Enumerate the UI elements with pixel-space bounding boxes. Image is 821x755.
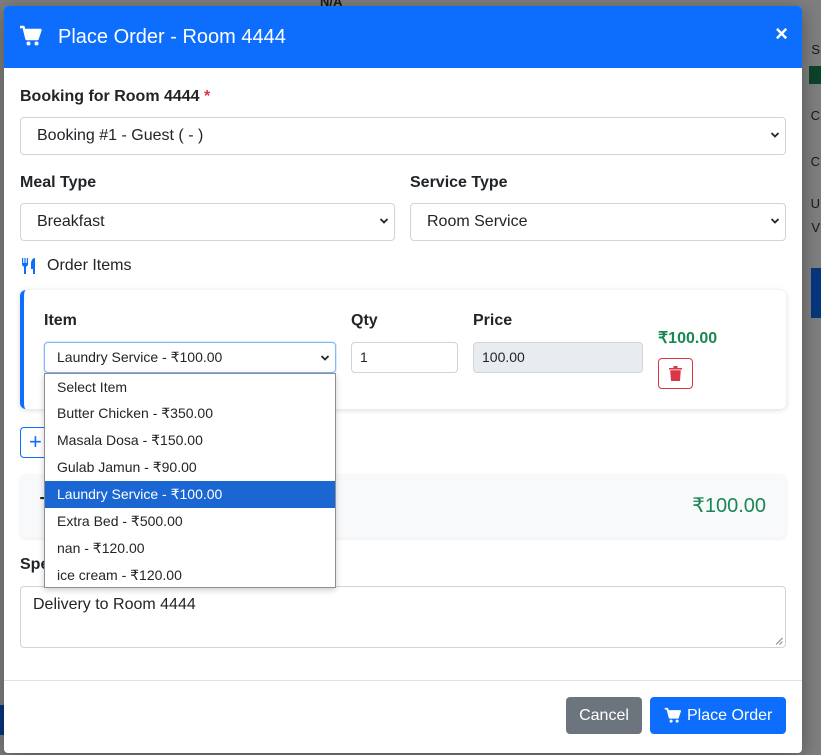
- chevron-down-icon: [771, 132, 779, 138]
- qty-input[interactable]: 1: [351, 342, 458, 373]
- meal-type-value: Breakfast: [37, 213, 105, 230]
- plus-icon: +: [29, 429, 42, 454]
- dropdown-option[interactable]: ice cream - ₹120.00: [45, 562, 335, 589]
- dropdown-option[interactable]: Extra Bed - ₹500.00: [45, 508, 335, 535]
- price-input: 100.00: [473, 342, 643, 373]
- close-button[interactable]: ×: [775, 22, 788, 46]
- place-order-button[interactable]: Place Order: [650, 697, 786, 734]
- place-order-modal: Place Order - Room 4444 × Booking for Ro…: [4, 6, 802, 753]
- booking-label-text: Booking for Room 4444: [20, 88, 200, 105]
- item-select-value: Laundry Service - ₹100.00: [57, 349, 223, 365]
- item-dropdown-list: Select Item Butter Chicken - ₹350.00 Mas…: [44, 373, 336, 588]
- dropdown-option[interactable]: nan - ₹120.00: [45, 535, 335, 562]
- utensils-icon: [22, 258, 35, 274]
- footer-divider: [4, 680, 802, 681]
- resize-handle-icon[interactable]: [775, 637, 783, 645]
- item-column-label: Item: [44, 312, 77, 329]
- booking-select[interactable]: Booking #1 - Guest ( - ): [20, 117, 786, 155]
- dropdown-option-highlighted[interactable]: Laundry Service - ₹100.00: [45, 481, 335, 508]
- dropdown-option[interactable]: Masala Dosa - ₹150.00: [45, 427, 335, 454]
- place-order-label: Place Order: [687, 707, 773, 724]
- dropdown-option[interactable]: Select Item: [45, 374, 335, 401]
- booking-select-value: Booking #1 - Guest ( - ): [37, 127, 204, 144]
- service-type-label: Service Type: [410, 174, 508, 191]
- dropdown-option[interactable]: Butter Chicken - ₹350.00: [45, 400, 335, 427]
- total-value: ₹100.00: [692, 495, 766, 517]
- service-type-select[interactable]: Room Service: [410, 203, 786, 241]
- chevron-down-icon: [380, 218, 388, 224]
- booking-label: Booking for Room 4444 *: [20, 88, 210, 106]
- chevron-down-icon: [321, 355, 329, 361]
- order-items-title: Order Items: [47, 257, 132, 274]
- cart-icon: [19, 25, 43, 47]
- service-type-value: Room Service: [427, 213, 528, 230]
- line-total: ₹100.00: [658, 330, 718, 347]
- meal-type-select[interactable]: Breakfast: [20, 203, 395, 241]
- delete-item-button[interactable]: [658, 358, 693, 389]
- meal-type-label: Meal Type: [20, 174, 97, 191]
- price-column-label: Price: [473, 312, 513, 329]
- cancel-button[interactable]: Cancel: [566, 697, 642, 734]
- special-instructions-value: Delivery to Room 4444: [33, 596, 196, 613]
- dropdown-option[interactable]: Gulab Jamun - ₹90.00: [45, 454, 335, 481]
- chevron-down-icon: [771, 218, 779, 224]
- required-mark: *: [204, 88, 211, 105]
- item-select[interactable]: Laundry Service - ₹100.00: [44, 342, 336, 373]
- modal-header: Place Order - Room 4444 ×: [4, 6, 802, 68]
- special-instructions-textarea[interactable]: Delivery to Room 4444: [20, 586, 786, 648]
- modal-title: Place Order - Room 4444: [58, 26, 286, 48]
- trash-icon: [669, 366, 682, 381]
- cart-icon: [664, 707, 682, 723]
- qty-column-label: Qty: [351, 312, 378, 329]
